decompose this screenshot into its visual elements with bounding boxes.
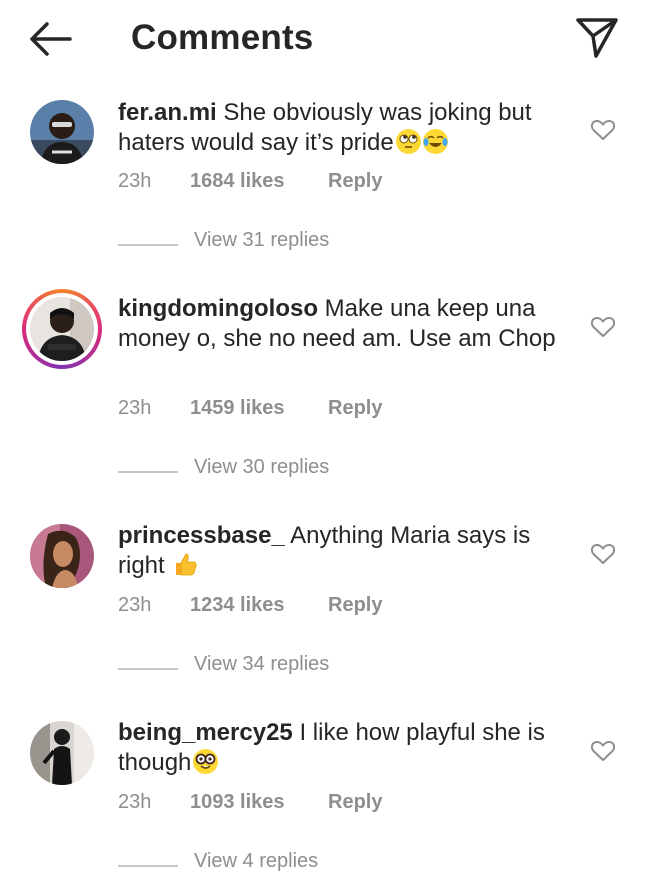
comment-username[interactable]: princessbase_ (118, 522, 285, 549)
thumbs-up-icon (173, 552, 198, 577)
user-photo (30, 297, 94, 361)
comment-time: 23h (118, 397, 152, 419)
share-button[interactable] (574, 16, 620, 60)
comment-time: 23h (118, 594, 152, 616)
view-replies-label: View 31 replies (194, 229, 330, 251)
reply-button[interactable]: Reply (328, 397, 382, 420)
comment-username[interactable]: being_mercy25 (118, 719, 293, 746)
replies-divider (118, 471, 178, 473)
comment-username[interactable]: fer.an.mi (118, 99, 217, 126)
avatar[interactable] (30, 524, 94, 588)
reply-button[interactable]: Reply (328, 594, 382, 617)
paper-plane-icon (576, 18, 618, 58)
avatar[interactable] (30, 721, 94, 785)
comment-text: being_mercy25 I like how playful she is … (118, 718, 563, 778)
like-button[interactable] (590, 118, 616, 142)
avatar[interactable] (30, 100, 94, 164)
comment-time: 23h (118, 170, 152, 192)
replies-divider (118, 865, 178, 867)
heart-icon (590, 316, 616, 337)
like-button[interactable] (590, 542, 616, 566)
comment-time: 23h (118, 791, 152, 813)
face-with-rolling-eyes-icon (395, 129, 421, 154)
view-replies-button[interactable]: View 4 replies (118, 850, 418, 880)
comment-text: kingdomingoloso Make una keep una money … (118, 294, 563, 354)
header-bar: Comments (0, 0, 654, 78)
reply-button[interactable]: Reply (328, 791, 382, 814)
like-count[interactable]: 1684 likes (190, 170, 285, 193)
like-count[interactable]: 1093 likes (190, 791, 285, 814)
story-ring-gap (26, 293, 98, 365)
comment-text: fer.an.mi She obviously was joking but h… (118, 98, 563, 158)
like-button[interactable] (590, 315, 616, 339)
like-count[interactable]: 1459 likes (190, 397, 285, 420)
avatar-with-story-ring[interactable] (22, 289, 102, 369)
heart-icon (590, 119, 616, 140)
view-replies-label: View 4 replies (194, 850, 319, 872)
heart-icon (590, 740, 616, 761)
reply-button[interactable]: Reply (328, 170, 382, 193)
arrow-left-icon (30, 22, 72, 56)
back-button[interactable] (28, 20, 74, 58)
view-replies-label: View 30 replies (194, 456, 330, 478)
user-photo (30, 524, 94, 588)
view-replies-button[interactable]: View 30 replies (118, 456, 418, 486)
view-replies-button[interactable]: View 31 replies (118, 229, 418, 259)
comment-text: princessbase_ Anything Maria says is rig… (118, 521, 563, 581)
like-button[interactable] (590, 739, 616, 763)
user-photo (30, 721, 94, 785)
replies-divider (118, 668, 178, 670)
face-with-tears-of-joy-icon (422, 129, 448, 154)
nerd-face-icon (193, 749, 219, 774)
comment-username[interactable]: kingdomingoloso (118, 295, 318, 322)
view-replies-button[interactable]: View 34 replies (118, 653, 418, 683)
view-replies-label: View 34 replies (194, 653, 330, 675)
page-title: Comments (131, 18, 314, 57)
user-photo (30, 100, 94, 164)
like-count[interactable]: 1234 likes (190, 594, 285, 617)
replies-divider (118, 244, 178, 246)
heart-icon (590, 543, 616, 564)
